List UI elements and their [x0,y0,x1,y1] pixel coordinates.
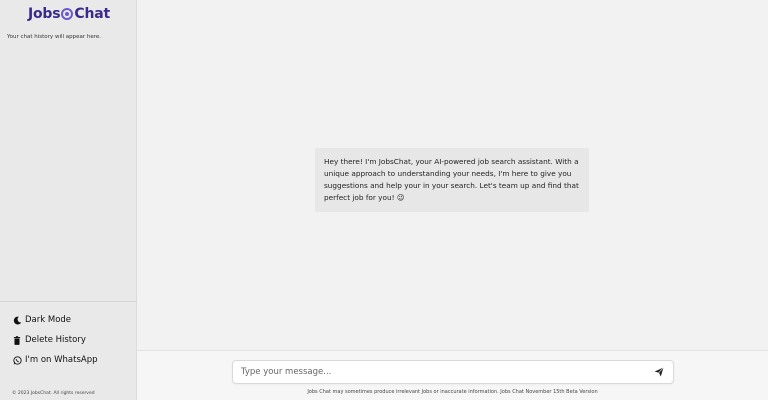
composer-bar: Jobs Chat may sometimes produce irreleva… [137,350,768,400]
logo-text-jobs: Jobs [28,6,61,22]
whatsapp-label: I'm on WhatsApp [25,355,98,365]
chat-history-placeholder: Your chat history will appear here. [7,34,102,40]
app-root: Jobs Chat Your chat history will appear … [0,0,768,400]
disclaimer-text: Jobs Chat may sometimes produce irreleva… [307,389,598,395]
delete-history-button[interactable]: Delete History [12,330,97,350]
logo-swirl-icon [61,8,74,20]
send-icon [654,367,664,377]
whatsapp-link[interactable]: I'm on WhatsApp [12,350,97,370]
delete-history-label: Delete History [25,335,86,345]
assistant-message-bubble: Hey there! I'm JobsChat, your AI-powered… [315,148,589,212]
sidebar-divider [0,301,137,302]
trash-icon [12,335,22,345]
message-input-wrapper [232,360,674,384]
chat-area: Hey there! I'm JobsChat, your AI-powered… [137,0,768,400]
copyright-notice: © 2023 JobsChat. All rights reserved [12,391,95,396]
dark-mode-button[interactable]: Dark Mode [12,310,97,330]
dark-mode-label: Dark Mode [25,315,72,325]
logo-text-chat: Chat [74,6,110,22]
logo[interactable]: Jobs Chat [28,6,110,22]
sidebar-menu: Dark Mode Delete History I'm on WhatsApp [12,310,97,370]
whatsapp-icon [12,355,22,365]
sidebar: Jobs Chat Your chat history will appear … [0,0,137,400]
send-button[interactable] [653,366,665,378]
message-input[interactable] [241,367,653,377]
moon-icon [12,316,22,325]
